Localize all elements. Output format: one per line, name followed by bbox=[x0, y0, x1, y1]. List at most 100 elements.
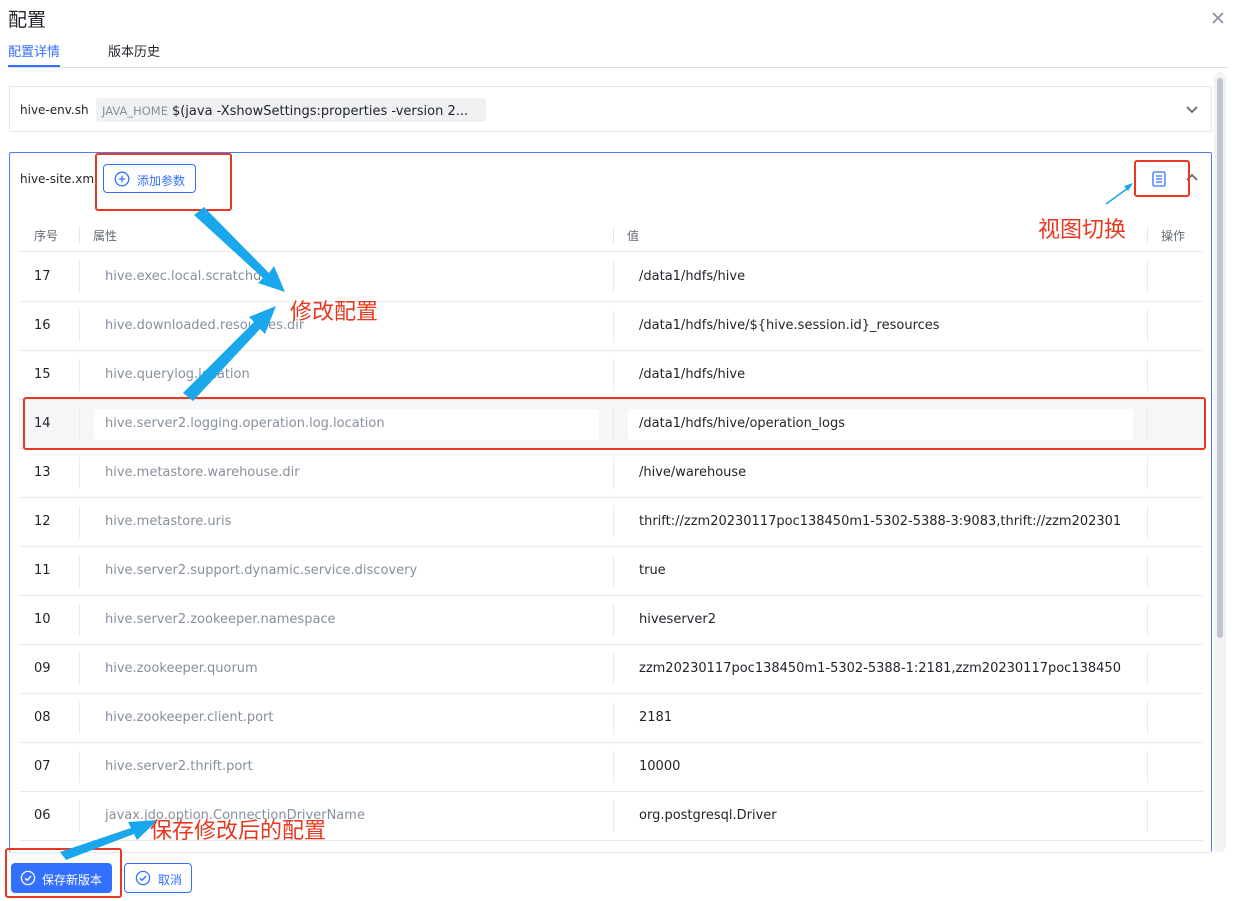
row-index: 12 bbox=[34, 514, 51, 529]
save-new-version-button[interactable]: 保存新版本 bbox=[11, 863, 112, 893]
check-circle-icon bbox=[135, 870, 151, 886]
cancel-label: 取消 bbox=[158, 873, 183, 887]
row-property[interactable]: hive.exec.local.scratchdir bbox=[105, 269, 605, 284]
note-view-switch: 视图切换 bbox=[1038, 218, 1127, 243]
row-index: 11 bbox=[34, 563, 51, 578]
row-property[interactable]: hive.server2.support.dynamic.service.dis… bbox=[105, 563, 605, 578]
cell-divider bbox=[1147, 506, 1148, 538]
note-modify-config: 修改配置 bbox=[290, 300, 379, 325]
cell-divider bbox=[613, 702, 614, 734]
cell-divider bbox=[1147, 751, 1148, 783]
table-row[interactable]: 11 hive.server2.support.dynamic.service.d… bbox=[19, 547, 1203, 596]
row-property[interactable]: hive.zookeeper.client.port bbox=[105, 710, 605, 725]
cell-divider bbox=[79, 457, 80, 489]
row-value[interactable]: /data1/hdfs/hive bbox=[639, 269, 1121, 284]
header-divider bbox=[79, 226, 80, 244]
env-value: $(java -XshowSettings:properties -versio… bbox=[171, 104, 469, 119]
cell-divider bbox=[79, 310, 80, 342]
cell-divider bbox=[613, 408, 614, 440]
env-file-panel[interactable]: hive-env.sh JAVA_HOME $(java -XshowSettin… bbox=[9, 86, 1212, 132]
header-action: 操作 bbox=[1161, 229, 1186, 243]
row-index: 07 bbox=[34, 759, 51, 774]
plus-circle-icon bbox=[114, 171, 130, 187]
chevron-down-icon[interactable] bbox=[1184, 101, 1200, 117]
cell-divider bbox=[1147, 457, 1148, 489]
row-property[interactable]: hive.server2.logging.operation.log.locat… bbox=[105, 416, 605, 431]
cell-divider bbox=[613, 653, 614, 685]
row-property[interactable]: hive.zookeeper.quorum bbox=[105, 661, 605, 676]
cell-divider bbox=[1147, 702, 1148, 734]
cell-divider bbox=[79, 653, 80, 685]
close-icon[interactable] bbox=[1208, 8, 1228, 28]
cell-divider bbox=[613, 310, 614, 342]
row-value[interactable]: /data1/hdfs/hive/${hive.session.id}_reso… bbox=[639, 318, 1121, 333]
note-save-modified: 保存修改后的配置 bbox=[150, 819, 327, 844]
cell-divider bbox=[79, 359, 80, 391]
header-value: 值 bbox=[627, 229, 640, 243]
tab-config-details[interactable]: 配置详情 bbox=[8, 41, 60, 60]
cell-divider bbox=[1147, 604, 1148, 636]
row-value[interactable]: thrift://zzm20230117poc138450m1-5302-538… bbox=[639, 514, 1121, 529]
row-property[interactable]: hive.server2.thrift.port bbox=[105, 759, 605, 774]
cancel-button[interactable]: 取消 bbox=[124, 863, 192, 893]
row-index: 09 bbox=[34, 661, 51, 676]
site-file-panel: hive-site.xml 添加参数 序号 属性 值 操作 17 hive.exe… bbox=[9, 152, 1212, 852]
cell-divider bbox=[613, 457, 614, 489]
add-param-button[interactable]: 添加参数 bbox=[103, 164, 196, 193]
table-row[interactable]: 12 hive.metastore.uris thrift://zzm2023011… bbox=[19, 498, 1203, 547]
table-row[interactable]: 08 hive.zookeeper.client.port 2181 bbox=[19, 694, 1203, 743]
table-row[interactable]: 17 hive.exec.local.scratchdir/data1/hdfs/… bbox=[19, 253, 1203, 302]
cell-divider bbox=[613, 261, 614, 293]
site-file-name: hive-site.xml bbox=[20, 172, 98, 186]
table-row[interactable]: 07 hive.server2.thrift.port 10000 bbox=[19, 743, 1203, 792]
row-index: 08 bbox=[34, 710, 51, 725]
cell-divider bbox=[79, 702, 80, 734]
cell-divider bbox=[613, 751, 614, 783]
row-value[interactable]: org.postgresql.Driver bbox=[639, 808, 1121, 823]
table-row[interactable]: 15 hive.querylog.location/data1/hdfs/hive bbox=[19, 351, 1203, 400]
dialog-title: 配置 bbox=[8, 9, 47, 31]
row-value[interactable]: /data1/hdfs/hive bbox=[639, 367, 1121, 382]
row-value[interactable]: true bbox=[639, 563, 1121, 578]
scrollbar[interactable] bbox=[1214, 72, 1226, 852]
row-property[interactable]: hive.querylog.location bbox=[105, 367, 605, 382]
row-value[interactable]: /data1/hdfs/hive/operation_logs bbox=[639, 416, 1121, 431]
tab-version-history[interactable]: 版本历史 bbox=[108, 41, 160, 60]
row-index: 06 bbox=[34, 808, 51, 823]
row-property[interactable]: hive.metastore.warehouse.dir bbox=[105, 465, 605, 480]
cell-divider bbox=[79, 261, 80, 293]
row-value[interactable]: 2181 bbox=[639, 710, 1121, 725]
table-row[interactable]: 10 hive.server2.zookeeper.namespace hivese… bbox=[19, 596, 1203, 645]
row-property[interactable]: hive.server2.zookeeper.namespace bbox=[105, 612, 605, 627]
table-row[interactable]: 16 hive.downloaded.resources.dir/data1/hd… bbox=[19, 302, 1203, 351]
row-value[interactable]: hiveserver2 bbox=[639, 612, 1121, 627]
scrollbar-thumb[interactable] bbox=[1217, 78, 1223, 638]
row-value[interactable]: zzm20230117poc138450m1-5302-5388-1:2181,… bbox=[639, 661, 1121, 676]
table-row[interactable]: 09 hive.zookeeper.quorum zzm20230117poc138… bbox=[19, 645, 1203, 694]
footer-divider bbox=[9, 852, 1212, 853]
cell-divider bbox=[1147, 261, 1148, 293]
row-property[interactable]: hive.metastore.uris bbox=[105, 514, 605, 529]
env-key: JAVA_HOME bbox=[102, 104, 168, 118]
row-value[interactable]: 10000 bbox=[639, 759, 1121, 774]
cell-divider bbox=[79, 555, 80, 587]
cell-divider bbox=[613, 800, 614, 832]
env-preview-chip: JAVA_HOME $(java -XshowSettings:propertie… bbox=[96, 98, 486, 122]
list-view-icon[interactable] bbox=[1150, 170, 1168, 188]
row-value[interactable]: /hive/warehouse bbox=[639, 465, 1121, 480]
cell-divider bbox=[1147, 359, 1148, 391]
cell-divider bbox=[1147, 310, 1148, 342]
cell-divider bbox=[613, 506, 614, 538]
table-row[interactable]: 14 hive.server2.logging.operation.log.loc… bbox=[19, 400, 1203, 449]
cell-divider bbox=[1147, 653, 1148, 685]
cell-divider bbox=[79, 506, 80, 538]
add-param-label: 添加参数 bbox=[137, 174, 186, 188]
row-index: 10 bbox=[34, 612, 51, 627]
table-row[interactable]: 13 hive.metastore.warehouse.dir/hive/ware… bbox=[19, 449, 1203, 498]
header-index: 序号 bbox=[34, 229, 59, 243]
chevron-up-icon[interactable] bbox=[1184, 170, 1200, 186]
header-divider bbox=[1147, 226, 1148, 244]
row-index: 16 bbox=[34, 318, 51, 333]
tab-bar: 配置详情 版本历史 bbox=[8, 38, 1228, 68]
cell-divider bbox=[1147, 408, 1148, 440]
